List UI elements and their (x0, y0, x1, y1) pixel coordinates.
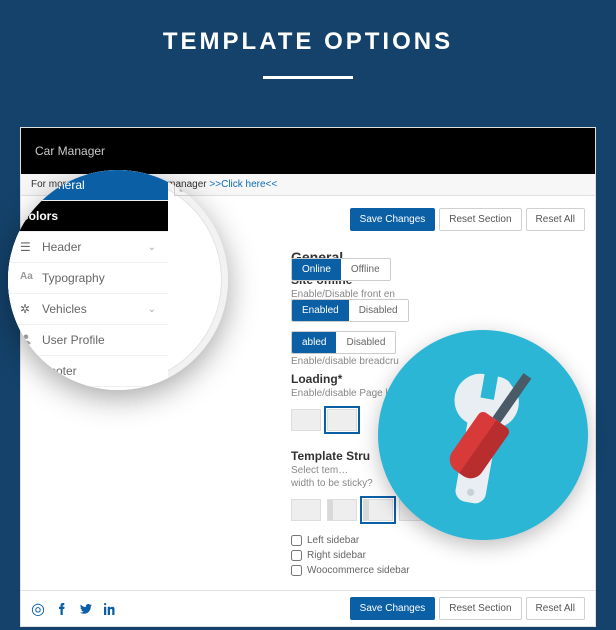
panel-titlebar: Car Manager (21, 128, 595, 174)
grid-view-icon[interactable]: ▦ (174, 176, 194, 196)
tools-badge (378, 330, 588, 540)
hero-underline (263, 76, 353, 79)
layout-opt-2[interactable] (327, 409, 357, 431)
toggle-enabled-1[interactable]: Enabled (292, 300, 349, 321)
sidebar-item-typography[interactable]: Aa Typography (8, 263, 168, 294)
online-toggle[interactable]: Online Offline (291, 258, 391, 281)
mag-extra: ▦ (168, 170, 228, 202)
hero-title: TEMPLATE OPTIONS (0, 0, 616, 64)
footer-action-bar: ◎ Save Changes Reset Section Reset All (21, 590, 595, 626)
save-button-footer[interactable]: Save Changes (350, 597, 436, 620)
template-structure-help2: width to be sticky? (291, 478, 373, 489)
sidebar-item-general[interactable]: General (8, 170, 168, 201)
loading-style-picker[interactable] (291, 409, 357, 431)
sidebar-item-label: General (42, 178, 85, 192)
sidebar-item-vehicles[interactable]: ✲ Vehicles ⌄ (8, 294, 168, 325)
breadcrumbs-toggle[interactable]: abled Disabled (291, 331, 396, 354)
template-structure-help1: Select tem… (291, 465, 348, 476)
layout-left-sel[interactable] (363, 499, 393, 521)
toggle-online[interactable]: Online (292, 259, 341, 280)
layout-left[interactable] (327, 499, 357, 521)
loading-label: Loading* (291, 372, 342, 386)
toggle-disabled-bc[interactable]: Disabled (336, 332, 395, 353)
reset-section-button[interactable]: Reset Section (439, 208, 521, 231)
linkedin-icon[interactable] (103, 602, 117, 616)
magnify-lens: General Colors ☰ Header ⌄ Aa Typography … (8, 170, 228, 390)
sidebar-item-contact[interactable]: ✆ Contact US (8, 387, 168, 390)
target-icon[interactable]: ◎ (31, 602, 45, 616)
breadcrumbs-help: Enable/disable breadcru (291, 356, 399, 367)
check-left-sidebar[interactable]: Left sidebar (291, 535, 585, 546)
sidebar-item-label: Typography (42, 271, 105, 285)
sidebar-item-label: Header (42, 240, 81, 254)
list-icon: ☰ (20, 240, 34, 254)
sidebar: General Colors ☰ Header ⌄ Aa Typography … (8, 170, 168, 390)
layout-opt-1[interactable] (291, 409, 321, 431)
reset-all-button-footer[interactable]: Reset All (526, 597, 585, 620)
chevron-down-icon: ⌄ (148, 304, 156, 315)
aa-icon: Aa (20, 271, 34, 285)
social-icons: ◎ (31, 602, 117, 616)
sidebar-item-footer[interactable]: ▭ Footer (8, 356, 168, 387)
gear-icon: ✲ (20, 302, 34, 316)
twitter-icon[interactable] (79, 602, 93, 616)
reset-section-button-footer[interactable]: Reset Section (439, 597, 521, 620)
check-right-sidebar[interactable]: Right sidebar (291, 550, 585, 561)
check-woo-sidebar[interactable]: Woocommerce sidebar (291, 565, 585, 576)
sidebar-item-colors[interactable]: Colors (8, 201, 168, 232)
footer-icon: ▭ (20, 364, 34, 378)
save-button[interactable]: Save Changes (350, 208, 436, 231)
enabled-toggle-1[interactable]: Enabled Disabled (291, 299, 409, 322)
sidebar-checks: Left sidebar Right sidebar Woocommerce s… (291, 535, 585, 576)
chevron-down-icon: ⌄ (148, 242, 156, 253)
loading-help: Enable/disable Page l (291, 388, 388, 399)
toggle-disabled-1[interactable]: Disabled (349, 300, 408, 321)
sidebar-item-label: Colors (20, 209, 58, 223)
sidebar-item-user-profile[interactable]: User Profile (8, 325, 168, 356)
layout-full[interactable] (291, 499, 321, 521)
desktop-icon (20, 178, 34, 192)
reset-all-button[interactable]: Reset All (526, 208, 585, 231)
facebook-icon[interactable] (55, 602, 69, 616)
user-icon (20, 333, 34, 347)
template-structure-label: Template Stru (291, 449, 370, 463)
sidebar-item-label: User Profile (42, 333, 105, 347)
sidebar-item-header[interactable]: ☰ Header ⌄ (8, 232, 168, 263)
toggle-offline[interactable]: Offline (341, 259, 390, 280)
toggle-enabled-bc[interactable]: abled (292, 332, 336, 353)
sidebar-item-label: Footer (42, 364, 77, 378)
sidebar-item-label: Vehicles (42, 302, 87, 316)
